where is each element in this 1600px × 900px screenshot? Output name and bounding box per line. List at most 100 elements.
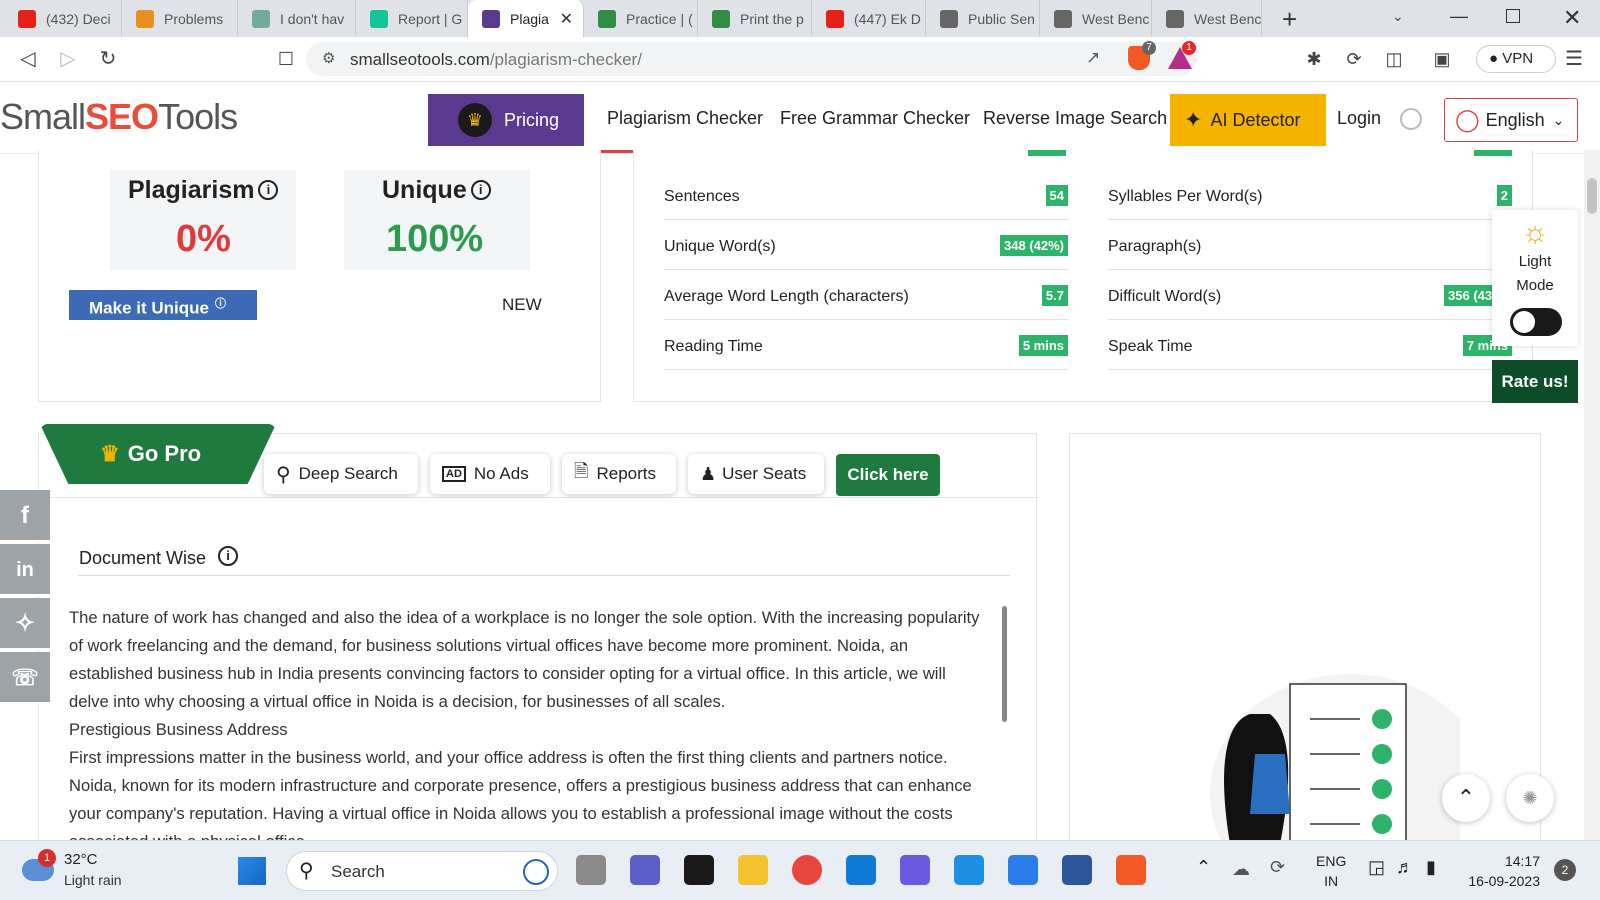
copilot-icon[interactable] xyxy=(900,855,930,885)
clock[interactable]: 14:17 16-09-2023 xyxy=(1468,851,1540,891)
info-icon[interactable]: i xyxy=(470,180,491,200)
scroll-to-top-button[interactable]: ⌃ xyxy=(1442,774,1490,822)
word-icon[interactable] xyxy=(1062,855,1092,885)
address-bar[interactable]: ⚙ smallseotools.com/plagiarism-checker/ … xyxy=(306,41,1196,76)
tab-title: Report | G xyxy=(398,10,463,27)
tray-chevron-icon[interactable]: ⌃ xyxy=(1196,857,1211,878)
forward-icon[interactable]: ▷ xyxy=(56,47,80,71)
taskbar-search[interactable]: ⚲ Search xyxy=(286,851,558,891)
browser-tab[interactable]: (432) Deci xyxy=(4,0,122,37)
rate-us-button[interactable]: Rate us! xyxy=(1492,360,1578,403)
browser-tab[interactable]: Problems xyxy=(122,0,238,37)
close-tab-icon[interactable]: ✕ xyxy=(560,9,573,29)
scrollbar-thumb[interactable] xyxy=(1587,178,1597,214)
onedrive-icon[interactable]: ☁ xyxy=(1232,859,1250,880)
feature-reports[interactable]: 🗎 Reports xyxy=(562,454,676,494)
linkedin-share-icon[interactable]: in xyxy=(0,544,50,596)
ai-detector-button[interactable]: ✦ AI Detector xyxy=(1170,94,1326,146)
info-icon[interactable]: i xyxy=(258,180,279,200)
browser-tab[interactable]: Print the p xyxy=(698,0,812,37)
feature-no-ads[interactable]: AD No Ads xyxy=(430,454,550,494)
restore-button[interactable] xyxy=(1506,9,1520,23)
browser-tab[interactable]: I don't hav xyxy=(238,0,356,37)
click-here-button[interactable]: Click here xyxy=(836,454,940,496)
facebook-share-icon[interactable]: f xyxy=(0,490,50,542)
back-icon[interactable]: ◁ xyxy=(16,47,40,71)
login-link[interactable]: Login xyxy=(1337,108,1381,129)
sun-icon: ☼ xyxy=(1521,216,1549,249)
leo-icon[interactable]: ⟳ xyxy=(1342,47,1366,71)
menu-icon[interactable]: ☰ xyxy=(1562,47,1586,71)
site-logo[interactable]: SmallSEOTools xyxy=(0,96,238,138)
browser-tab[interactable]: Public Sen xyxy=(926,0,1040,37)
browser-tab[interactable]: (447) Ek D xyxy=(812,0,926,37)
tab-title: West Benc xyxy=(1082,10,1150,27)
teams-icon[interactable] xyxy=(630,855,660,885)
battery-icon[interactable]: ▮ xyxy=(1426,857,1436,878)
file-explorer-icon[interactable] xyxy=(738,855,768,885)
tab-title: Plagia xyxy=(510,10,549,27)
sync-icon[interactable]: ⟳ xyxy=(1270,857,1285,878)
pycharm-icon[interactable] xyxy=(684,855,714,885)
bing-app-icon[interactable] xyxy=(1008,855,1038,885)
tab-title: Print the p xyxy=(740,10,804,27)
reload-icon[interactable]: ↻ xyxy=(96,47,120,71)
light-mode-toggle[interactable] xyxy=(1510,308,1562,336)
text-scrollbar[interactable] xyxy=(1002,606,1007,722)
chrome-icon[interactable] xyxy=(792,855,822,885)
store-icon[interactable] xyxy=(846,855,876,885)
whatsapp-share-icon[interactable]: ☏ xyxy=(0,652,50,704)
browser-tab[interactable]: West Benc xyxy=(1040,0,1152,37)
task-view-icon[interactable] xyxy=(576,855,606,885)
sidebar-icon[interactable]: ◫ xyxy=(1382,47,1406,71)
bookmark-icon[interactable]: ☐ xyxy=(274,47,298,71)
tab-search-icon[interactable]: ⌄ xyxy=(1392,8,1404,25)
globe-icon: ◯ xyxy=(1455,107,1480,132)
browser-tab[interactable]: Plagia ✕ xyxy=(468,0,584,37)
brave-icon[interactable] xyxy=(1116,855,1146,885)
vpn-button[interactable]: ● VPN xyxy=(1476,45,1556,73)
plagiarism-label: Plagiarism i xyxy=(128,176,279,205)
metric-badge-partial xyxy=(1474,150,1512,156)
weather-desc: Light rain xyxy=(64,872,122,888)
twitter-share-icon[interactable]: ✧ xyxy=(0,598,50,650)
metric-row: Syllables Per Word(s) 2 xyxy=(1108,172,1512,220)
language-indicator[interactable]: ENG IN xyxy=(1316,851,1346,891)
gfg-icon xyxy=(598,9,616,28)
browser-tab[interactable]: Practice | ( xyxy=(584,0,698,37)
tab-title: Problems xyxy=(164,10,224,27)
bug-report-icon[interactable]: ✺ xyxy=(1506,774,1554,822)
browser-tab[interactable]: West Benc xyxy=(1152,0,1262,37)
page-scrollbar[interactable] xyxy=(1584,150,1600,840)
metric-badge-partial xyxy=(1028,150,1066,156)
info-icon: ⓘ xyxy=(214,298,226,310)
share-icon[interactable]: ↗ xyxy=(1086,48,1100,68)
search-icon: ⚲ xyxy=(299,860,314,882)
wifi-icon[interactable]: ◲ xyxy=(1368,857,1385,878)
make-it-unique-button[interactable]: Make it Unique ⓘ xyxy=(69,290,257,320)
info-icon[interactable]: i xyxy=(218,546,239,566)
feature-deep-search[interactable]: ⚲ Deep Search xyxy=(264,454,418,494)
site-info-icon[interactable]: ⚙ xyxy=(322,49,335,67)
feature-user-seats[interactable]: ♟ User Seats xyxy=(688,454,824,494)
tab-title: Public Sen xyxy=(968,10,1035,27)
close-window-button[interactable]: ✕ xyxy=(1563,5,1581,31)
extensions-icon[interactable]: ✱ xyxy=(1302,47,1326,71)
nav-reverse-image-search[interactable]: Reverse Image Search xyxy=(983,108,1167,129)
nav-plagiarism-checker[interactable]: Plagiarism Checker xyxy=(607,108,763,129)
ai-detector-label: AI Detector xyxy=(1210,109,1301,130)
pricing-button[interactable]: ♛ Pricing xyxy=(428,94,584,146)
search-icon[interactable] xyxy=(1400,108,1422,130)
notification-count[interactable]: 2 xyxy=(1554,859,1576,881)
language-selector[interactable]: ◯ English ⌄ xyxy=(1444,98,1578,142)
minimize-button[interactable]: — xyxy=(1450,6,1468,27)
nav-grammar-checker[interactable]: Free Grammar Checker xyxy=(780,108,970,129)
volume-icon[interactable]: ♬ xyxy=(1396,857,1414,878)
emblem-icon xyxy=(940,9,958,28)
wallet-icon[interactable]: ▣ xyxy=(1430,47,1454,71)
vscode-icon[interactable] xyxy=(954,855,984,885)
browser-tab[interactable]: Report | G xyxy=(356,0,468,37)
youtube-icon xyxy=(826,9,844,28)
windows-start-icon[interactable] xyxy=(238,857,266,885)
new-tab-button[interactable]: + xyxy=(1282,4,1297,35)
